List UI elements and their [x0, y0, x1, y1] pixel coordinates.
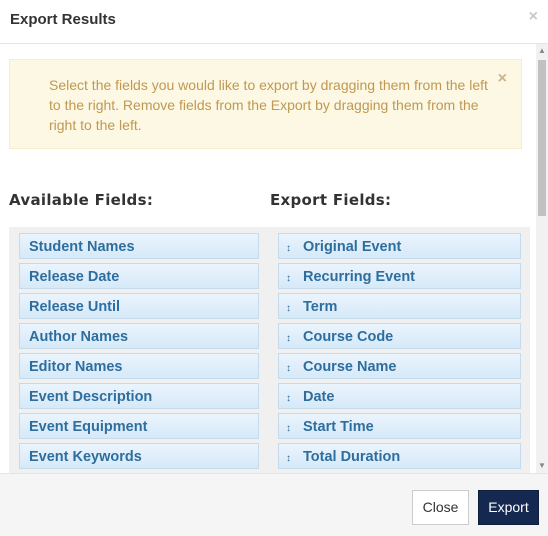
export-field-label: Course Name — [303, 359, 397, 375]
dialog-header: Export Results × — [0, 0, 548, 44]
export-field-item[interactable]: ↕ Original Event — [278, 233, 521, 259]
drag-handle-icon: ↕ — [286, 423, 291, 434]
dialog-body: Select the fields you would like to expo… — [0, 44, 548, 473]
available-fields-heading: Available Fields: — [9, 191, 154, 209]
available-field-item[interactable]: Event Equipment — [19, 413, 259, 439]
info-alert: Select the fields you would like to expo… — [9, 59, 522, 149]
export-field-label: Term — [303, 299, 338, 315]
vertical-scrollbar[interactable]: ▲ ▼ — [536, 44, 548, 473]
export-field-label: Recurring Event — [303, 269, 415, 285]
export-field-item[interactable]: ↕ Start Time — [278, 413, 521, 439]
available-fields-list[interactable]: Student Names Release Date Release Until… — [9, 227, 271, 473]
alert-message: Select the fields you would like to expo… — [49, 77, 488, 133]
drag-handle-icon: ↕ — [286, 393, 291, 404]
drag-handle-icon: ↕ — [286, 453, 291, 464]
export-field-item[interactable]: ↕ Course Name — [278, 353, 521, 379]
dialog-title: Export Results — [10, 11, 116, 28]
close-button[interactable]: Close — [412, 490, 469, 525]
export-button[interactable]: Export — [478, 490, 539, 525]
export-results-dialog: Export Results × Select the fields you w… — [0, 0, 548, 536]
available-field-item[interactable]: Event Keywords — [19, 443, 259, 469]
export-field-label: Start Time — [303, 419, 374, 435]
export-fields-heading: Export Fields: — [270, 191, 392, 209]
export-field-item[interactable]: ↕ Term — [278, 293, 521, 319]
drag-handle-icon: ↕ — [286, 273, 291, 284]
export-field-label: Original Event — [303, 239, 402, 255]
available-field-item[interactable]: Student Names — [19, 233, 259, 259]
export-field-label: Total Duration — [303, 449, 401, 465]
available-field-item[interactable]: Release Until — [19, 293, 259, 319]
export-field-item[interactable]: ↕ Recurring Event — [278, 263, 521, 289]
available-field-item[interactable]: Release Date — [19, 263, 259, 289]
close-icon[interactable]: × — [529, 8, 538, 26]
scroll-up-arrow-icon[interactable]: ▲ — [536, 46, 548, 56]
export-field-label: Date — [303, 389, 335, 405]
export-field-label: Course Code — [303, 329, 394, 345]
drag-handle-icon: ↕ — [286, 243, 291, 254]
available-field-item[interactable]: Editor Names — [19, 353, 259, 379]
alert-close-icon[interactable]: × — [498, 70, 507, 88]
export-field-item[interactable]: ↕ Course Code — [278, 323, 521, 349]
available-field-item[interactable]: Author Names — [19, 323, 259, 349]
dialog-footer: Close Export — [0, 473, 548, 536]
scroll-down-arrow-icon[interactable]: ▼ — [536, 461, 548, 471]
scrollbar-thumb[interactable] — [538, 60, 546, 216]
export-field-item[interactable]: ↕ Total Duration — [278, 443, 521, 469]
drag-handle-icon: ↕ — [286, 363, 291, 374]
export-fields-list[interactable]: ↕ Original Event ↕ Recurring Event ↕ Term ↕… — [268, 227, 530, 473]
drag-handle-icon: ↕ — [286, 303, 291, 314]
available-field-item[interactable]: Event Description — [19, 383, 259, 409]
export-field-item[interactable]: ↕ Date — [278, 383, 521, 409]
drag-handle-icon: ↕ — [286, 333, 291, 344]
